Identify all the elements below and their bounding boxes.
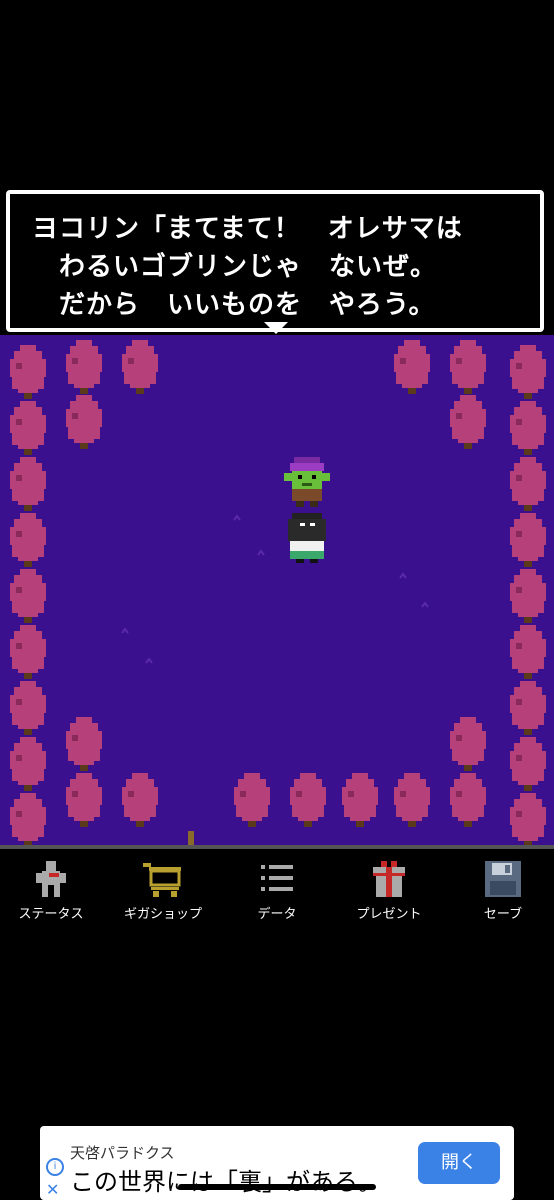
bottom-menu-bar: ステータス ギガショップ データ プレゼント セーブ <box>0 845 554 929</box>
tree <box>510 625 546 679</box>
game-field[interactable] <box>0 335 554 845</box>
menu-item-status[interactable]: ステータス <box>0 859 106 929</box>
menu-label-present: プレゼント <box>356 907 422 922</box>
menu-item-save[interactable]: セーブ <box>448 859 554 929</box>
tree <box>510 457 546 511</box>
tree <box>394 773 430 827</box>
grass-tufts <box>121 514 429 664</box>
tree <box>122 340 158 394</box>
tree <box>10 345 46 399</box>
shopping-cart-icon <box>143 863 181 897</box>
tree <box>510 793 546 845</box>
dialog-box[interactable]: ヨコリン「まてまて！ オレサマは わるいゴブリンじゃ ないぜ。 だから いいもの… <box>6 190 544 332</box>
tree <box>10 625 46 679</box>
tree <box>234 773 270 827</box>
ad-close-icon[interactable]: ✕ <box>46 1180 59 1199</box>
home-indicator[interactable] <box>178 1184 376 1190</box>
tree <box>10 457 46 511</box>
tree <box>10 681 46 735</box>
gift-icon <box>373 861 405 897</box>
ad-info-icon[interactable]: i <box>46 1158 64 1176</box>
ad-headline: この世界には「裏」がある。 <box>70 1168 382 1196</box>
list-icon <box>261 865 293 891</box>
tree <box>450 773 486 827</box>
menu-label-status: ステータス <box>18 907 84 922</box>
tree <box>510 513 546 567</box>
tree <box>510 569 546 623</box>
tree <box>510 401 546 455</box>
dialog-line-1: ヨコリン「まてまて！ オレサマは <box>32 214 463 244</box>
goblin-npc[interactable] <box>284 457 330 507</box>
tree <box>66 773 102 827</box>
tree <box>394 340 430 394</box>
tree <box>10 793 46 845</box>
tree <box>66 395 102 449</box>
tree <box>66 717 102 771</box>
tree <box>10 401 46 455</box>
game-screen: ヨコリン「まてまて！ オレサマは わるいゴブリンじゃ ないぜ。 だから いいもの… <box>0 0 554 1200</box>
save-icon <box>485 861 521 897</box>
tree <box>10 513 46 567</box>
tree <box>66 340 102 394</box>
tree-group <box>10 340 546 845</box>
hero-player <box>288 513 326 563</box>
tree <box>290 773 326 827</box>
forest-map <box>10 340 546 845</box>
dialog-line-3: だから いいものを やろう。 <box>32 290 436 320</box>
tree <box>510 345 546 399</box>
tree <box>10 569 46 623</box>
menu-item-data[interactable]: データ <box>222 859 332 929</box>
tree <box>450 717 486 771</box>
menu-item-giga-shop[interactable]: ギガショップ <box>108 859 218 929</box>
dialog-next-arrow-icon[interactable] <box>264 322 288 334</box>
ad-advertiser-name: 天啓パラドクス <box>70 1144 175 1162</box>
status-icon <box>36 861 66 897</box>
tree <box>10 737 46 791</box>
tree <box>342 773 378 827</box>
menu-label-save: セーブ <box>483 907 523 922</box>
tree <box>450 395 486 449</box>
menu-item-present[interactable]: プレゼント <box>334 859 444 929</box>
tree <box>510 681 546 735</box>
dialog-line-2: わるいゴブリンじゃ ないぜ。 <box>32 252 438 282</box>
menu-label-data: データ <box>257 907 297 922</box>
tree <box>450 340 486 394</box>
sign-post <box>188 831 194 845</box>
tree <box>122 773 158 827</box>
ad-open-button[interactable]: 開く <box>418 1142 500 1184</box>
menu-label-giga-shop: ギガショップ <box>123 907 202 922</box>
tree <box>510 737 546 791</box>
